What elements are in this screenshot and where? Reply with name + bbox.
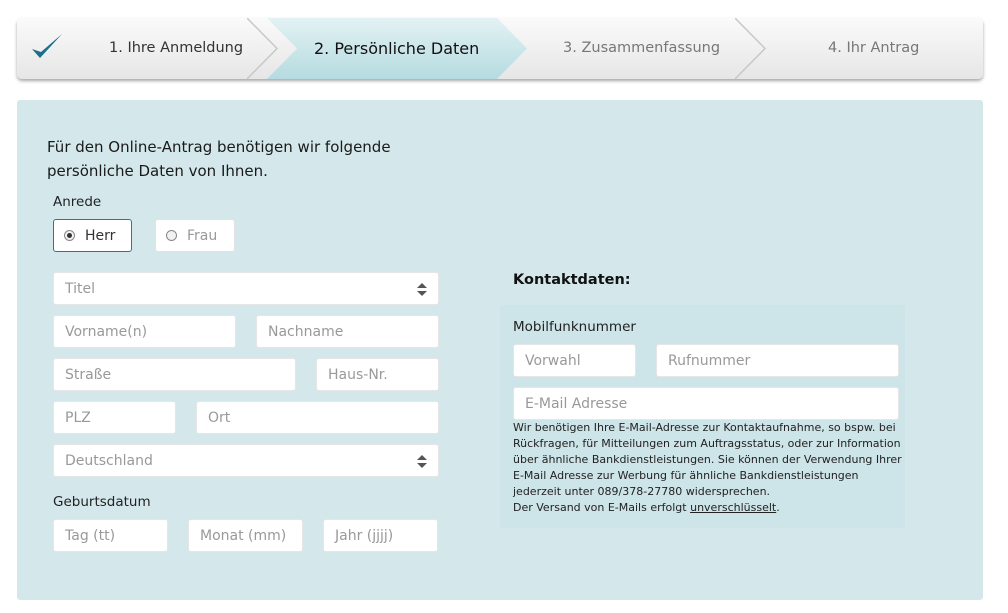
birth-year-input[interactable]: Jahr (jjjj) bbox=[323, 519, 438, 552]
progress-stepper: 1. Ihre Anmeldung 2. Persönliche Daten 3… bbox=[17, 18, 983, 79]
email-note-line2-prefix: Der Versand von E-Mails erfolgt bbox=[513, 501, 691, 514]
step-3-label: 3. Zusammenfassung bbox=[563, 40, 721, 56]
step-1-label[interactable]: 1. Ihre Anmeldung bbox=[109, 18, 243, 79]
salutation-herr-radio[interactable]: Herr bbox=[53, 219, 132, 252]
phone-number-input[interactable]: Rufnummer bbox=[656, 344, 899, 377]
email-placeholder: E-Mail Adresse bbox=[525, 395, 628, 412]
step-2-label: 2. Persönliche Daten bbox=[314, 39, 480, 58]
birth-day-input[interactable]: Tag (tt) bbox=[53, 519, 168, 552]
house-number-input[interactable]: Haus-Nr. bbox=[316, 358, 439, 391]
last-name-placeholder: Nachname bbox=[268, 323, 344, 340]
email-note-text: Wir benötigen Ihre E-Mail-Adresse zur Ko… bbox=[513, 421, 902, 498]
step-4-label: 4. Ihr Antrag bbox=[828, 40, 920, 56]
select-arrows-icon bbox=[417, 455, 427, 468]
email-input[interactable]: E-Mail Adresse bbox=[513, 387, 899, 420]
country-select[interactable]: Deutschland bbox=[53, 444, 439, 477]
email-note: Wir benötigen Ihre E-Mail-Adresse zur Ko… bbox=[513, 420, 903, 516]
street-placeholder: Straße bbox=[65, 366, 112, 383]
birthdate-label: Geburtsdatum bbox=[53, 494, 151, 510]
title-select-placeholder: Titel bbox=[65, 280, 96, 297]
contact-heading: Kontaktdaten: bbox=[513, 272, 631, 288]
zip-placeholder: PLZ bbox=[65, 409, 91, 426]
area-code-input[interactable]: Vorwahl bbox=[513, 344, 636, 377]
street-input[interactable]: Straße bbox=[53, 358, 296, 391]
area-code-placeholder: Vorwahl bbox=[525, 352, 581, 369]
mobile-label: Mobilfunknummer bbox=[513, 319, 636, 335]
step-divider bbox=[247, 18, 279, 79]
unencrypted-link[interactable]: unverschlüsselt bbox=[690, 501, 776, 514]
birth-month-placeholder: Monat (mm) bbox=[200, 527, 287, 544]
radio-dot-icon bbox=[166, 230, 177, 241]
step-divider bbox=[735, 18, 767, 79]
birth-day-placeholder: Tag (tt) bbox=[65, 527, 116, 544]
zip-input[interactable]: PLZ bbox=[53, 401, 176, 434]
radio-dot-icon bbox=[64, 230, 75, 241]
select-arrows-icon bbox=[417, 283, 427, 296]
title-select[interactable]: Titel bbox=[53, 272, 439, 305]
email-note-line2-suffix: . bbox=[776, 501, 780, 514]
last-name-input[interactable]: Nachname bbox=[256, 315, 439, 348]
city-input[interactable]: Ort bbox=[196, 401, 439, 434]
birth-month-input[interactable]: Monat (mm) bbox=[188, 519, 303, 552]
city-placeholder: Ort bbox=[208, 409, 231, 426]
salutation-label: Anrede bbox=[53, 194, 102, 210]
checkmark-icon bbox=[32, 34, 62, 58]
salutation-herr-label: Herr bbox=[85, 227, 116, 244]
personal-data-panel: Für den Online-Antrag benötigen wir folg… bbox=[17, 100, 983, 600]
country-select-value: Deutschland bbox=[65, 452, 153, 469]
first-name-placeholder: Vorname(n) bbox=[65, 323, 148, 340]
phone-number-placeholder: Rufnummer bbox=[668, 352, 751, 369]
salutation-frau-radio[interactable]: Frau bbox=[155, 219, 235, 252]
first-name-input[interactable]: Vorname(n) bbox=[53, 315, 236, 348]
birth-year-placeholder: Jahr (jjjj) bbox=[335, 527, 394, 544]
intro-text: Für den Online-Antrag benötigen wir folg… bbox=[47, 138, 391, 180]
house-number-placeholder: Haus-Nr. bbox=[328, 366, 388, 383]
salutation-frau-label: Frau bbox=[187, 227, 218, 244]
